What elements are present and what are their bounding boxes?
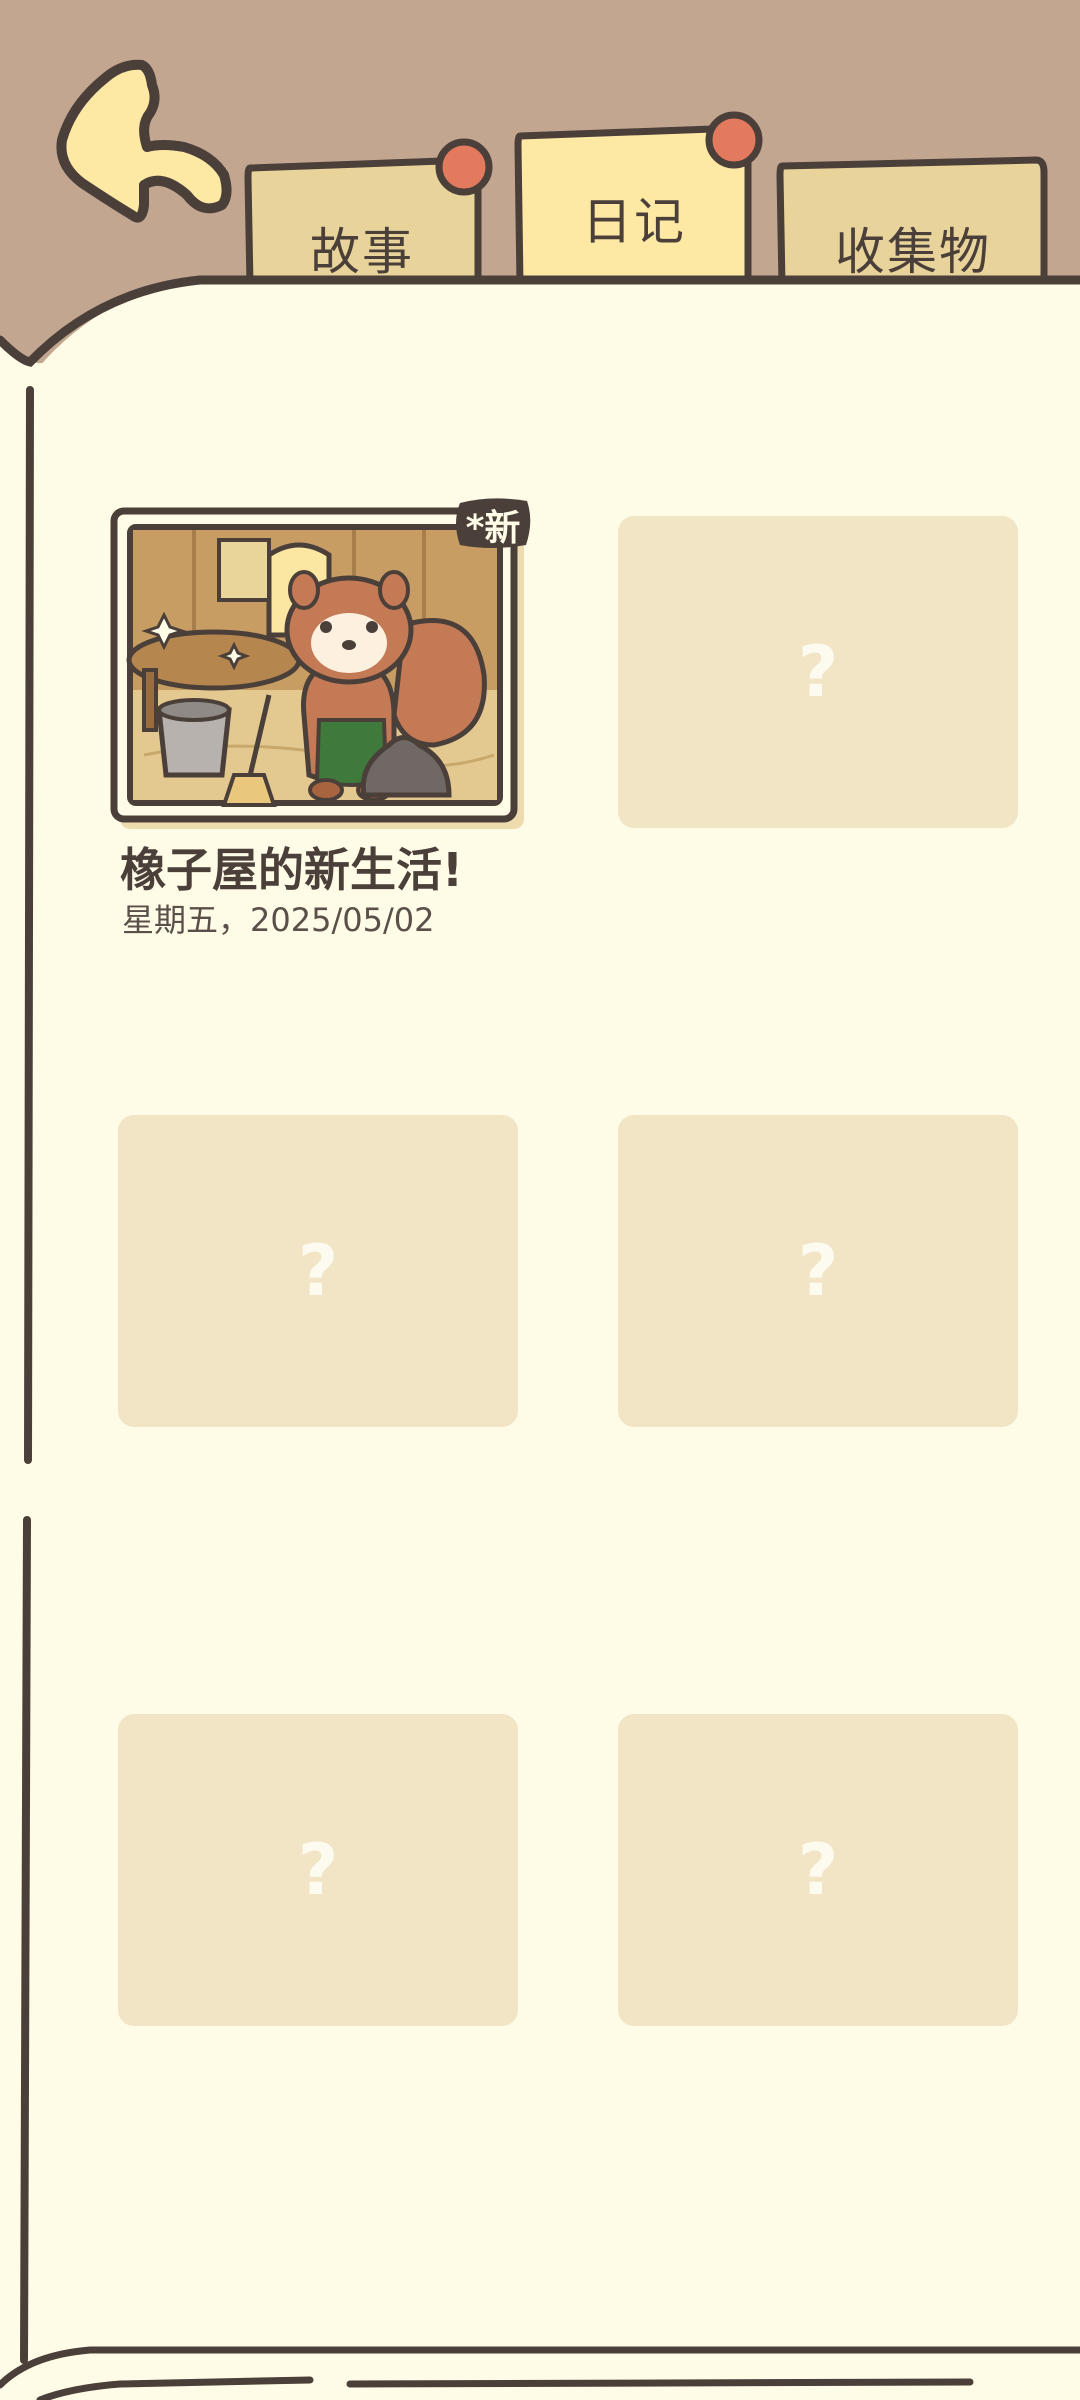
tab-collectibles[interactable]: 收集物 bbox=[790, 212, 1036, 284]
diary-entry-card[interactable]: *新 bbox=[110, 498, 531, 830]
question-mark-icon: ? bbox=[297, 1829, 339, 1911]
new-badge-label: *新 bbox=[465, 508, 521, 549]
tab-diary[interactable]: 日记 bbox=[530, 182, 738, 254]
locked-diary-slot[interactable]: ? bbox=[618, 1714, 1018, 2026]
locked-diary-slot[interactable]: ? bbox=[118, 1115, 518, 1427]
diary-screen: 故事 日记 收集物 *新 橡子屋的新生活! 星期五，2025/05/02 ? ?… bbox=[0, 0, 1080, 2400]
diary-entry-title: 橡子屋的新生活! bbox=[120, 843, 463, 897]
question-mark-icon: ? bbox=[797, 1829, 839, 1911]
tab-diary-notification-dot bbox=[705, 111, 763, 169]
tab-story-label: 故事 bbox=[310, 223, 414, 281]
new-badge: *新 bbox=[452, 493, 534, 553]
tab-diary-label: 日记 bbox=[582, 193, 686, 251]
tab-story-notification-dot bbox=[435, 138, 493, 196]
tab-collectibles-label: 收集物 bbox=[835, 223, 991, 281]
locked-diary-slot[interactable]: ? bbox=[618, 516, 1018, 828]
question-mark-icon: ? bbox=[297, 1230, 339, 1312]
locked-diary-slot[interactable]: ? bbox=[618, 1115, 1018, 1427]
locked-diary-slot[interactable]: ? bbox=[118, 1714, 518, 2026]
back-button[interactable] bbox=[52, 55, 242, 235]
back-arrow-icon bbox=[56, 59, 232, 223]
question-mark-icon: ? bbox=[797, 1230, 839, 1312]
question-mark-icon: ? bbox=[797, 631, 839, 713]
diary-entry-date: 星期五，2025/05/02 bbox=[122, 901, 435, 939]
tab-story[interactable]: 故事 bbox=[262, 212, 462, 284]
